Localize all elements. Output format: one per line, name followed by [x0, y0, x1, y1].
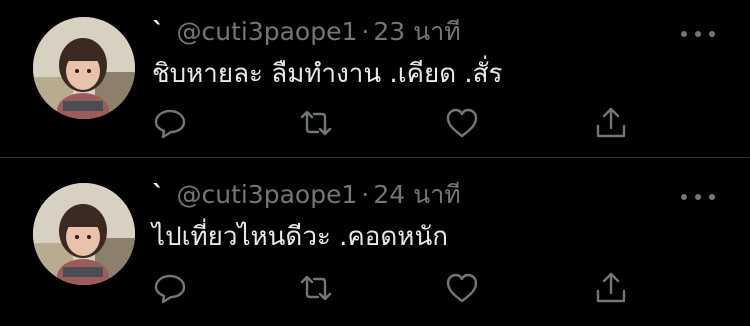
separator-dot: · [361, 17, 370, 46]
tweet-header: ` @cuti3paope1 · 24 นาที [152, 180, 461, 210]
timestamp[interactable]: 23 นาที [373, 17, 460, 46]
share-icon[interactable] [593, 270, 629, 306]
tweet[interactable]: ` @cuti3paope1 · 24 นาที ไปเที่ยวไหนดีวะ .ค… [0, 158, 750, 326]
display-name[interactable]: ` [152, 180, 165, 209]
tweet-text: ชิบหายละ ลืมทำงาน .เคียด .สั่ร [152, 59, 503, 89]
heart-icon[interactable] [444, 270, 480, 306]
display-name[interactable]: ` [152, 17, 165, 46]
tweet[interactable]: ` @cuti3paope1 · 23 นาที ชิบหายละ ลืมทำงาน … [0, 0, 750, 157]
tweet-actions [152, 105, 632, 141]
avatar[interactable] [33, 17, 135, 119]
tweet-header: ` @cuti3paope1 · 23 นาที [152, 17, 461, 47]
more-icon[interactable] [681, 27, 715, 41]
timestamp[interactable]: 24 นาที [373, 180, 460, 209]
tweet-text: ไปเที่ยวไหนดีวะ .คอดหนัก [152, 222, 448, 252]
share-icon[interactable] [593, 105, 629, 141]
user-handle[interactable]: @cuti3paope1 [177, 180, 358, 209]
user-handle[interactable]: @cuti3paope1 [177, 17, 358, 46]
reply-icon[interactable] [152, 105, 188, 141]
reply-icon[interactable] [152, 270, 188, 306]
tweet-actions [152, 270, 632, 306]
more-icon[interactable] [681, 190, 715, 204]
avatar[interactable] [33, 183, 135, 285]
heart-icon[interactable] [444, 105, 480, 141]
retweet-icon[interactable] [298, 270, 334, 306]
separator-dot: · [361, 180, 370, 209]
retweet-icon[interactable] [298, 105, 334, 141]
